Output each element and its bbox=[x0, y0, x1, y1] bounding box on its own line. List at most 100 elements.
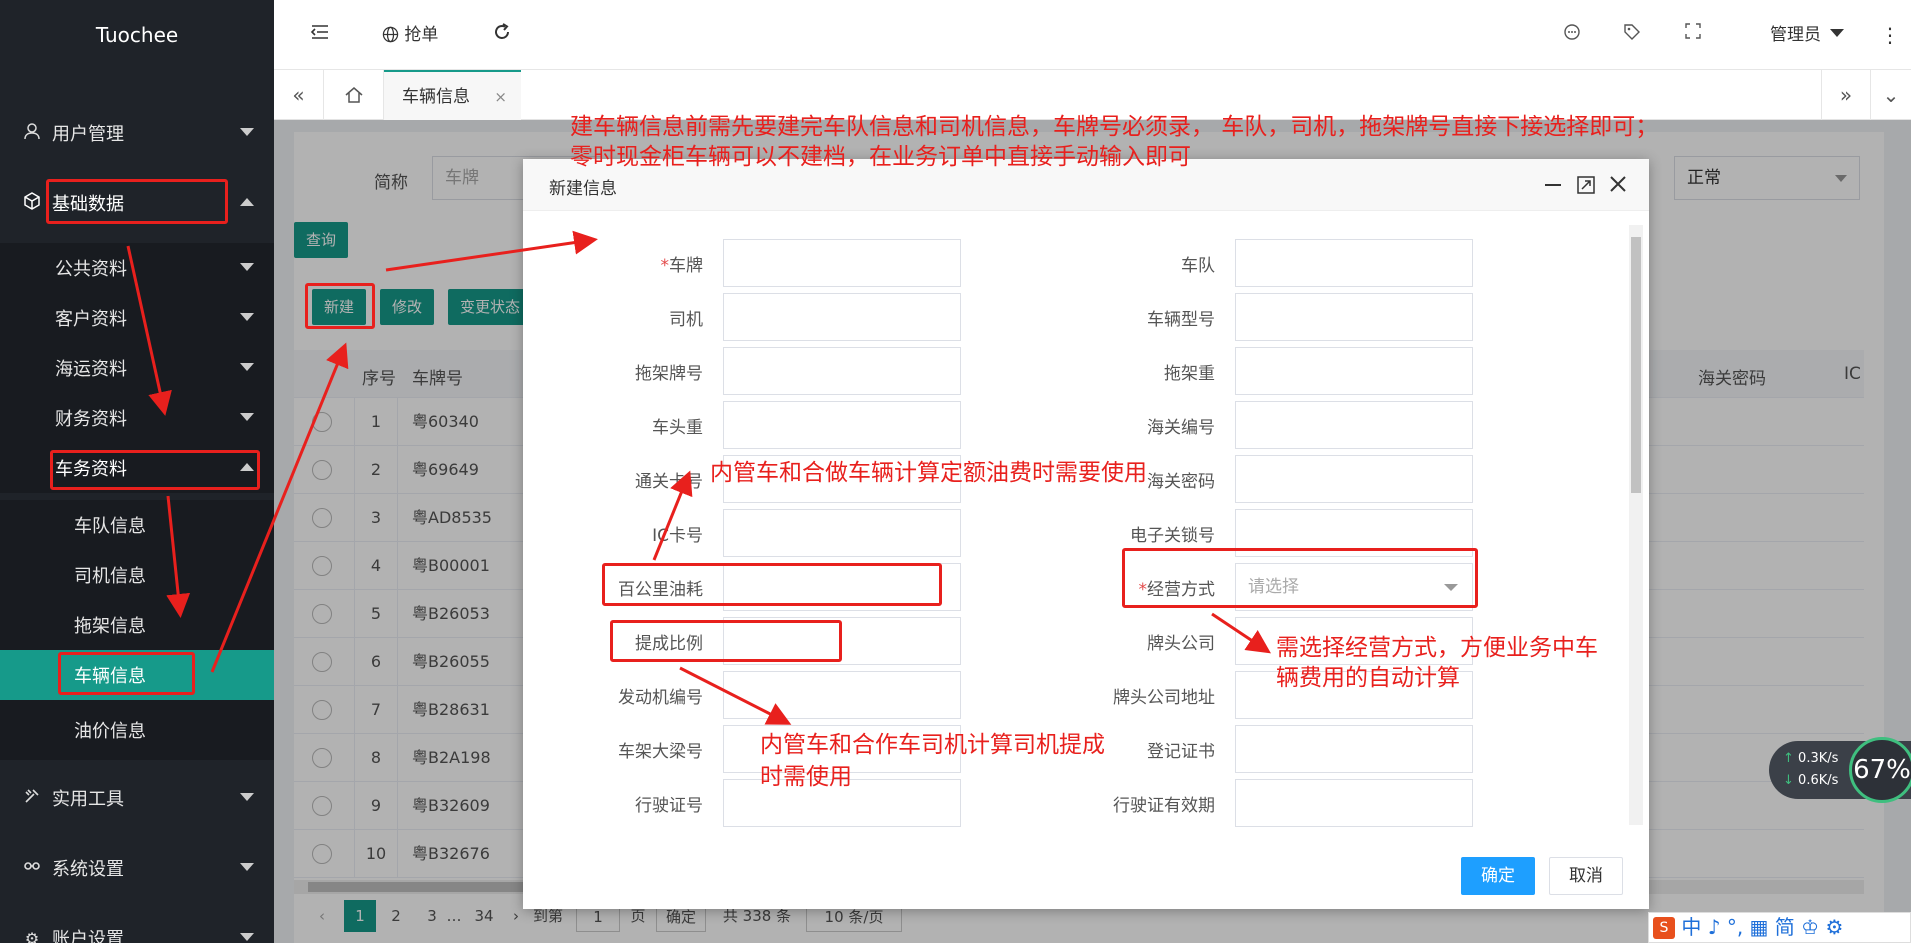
annotation-top-line2: 零时现金柜车辆可以不建档，在业务订单中直接手动输入即可 bbox=[570, 144, 1191, 170]
label-text: 车牌 bbox=[669, 256, 703, 276]
highlight-commission-field bbox=[610, 620, 842, 662]
message-icon[interactable] bbox=[1562, 22, 1582, 48]
sidebar-item-user-management[interactable]: 用户管理 bbox=[0, 108, 274, 158]
field-label-driver: 司机 bbox=[669, 310, 703, 330]
scrollbar-thumb[interactable] bbox=[1631, 237, 1641, 493]
close-icon[interactable] bbox=[1609, 175, 1627, 197]
field-label-customs-card: 通关卡号 bbox=[635, 472, 703, 492]
annotation-top-line1: 建车辆信息前需先要建完车队信息和司机信息，车牌号必须录， 车队，司机，拖架牌号直… bbox=[570, 114, 1659, 140]
globe-icon bbox=[382, 25, 404, 45]
download-speed: ↓ 0.6K/s bbox=[1783, 773, 1839, 788]
tab-label: 车辆信息 bbox=[402, 87, 470, 107]
top-header: 抢单 管理员 ⋮ bbox=[274, 0, 1911, 70]
sidebar-item-customer-data[interactable]: 客户资料 bbox=[0, 293, 274, 343]
sidebar-item-trailer-info[interactable]: 拖架信息 bbox=[0, 600, 274, 650]
field-label-license-no: 行驶证号 bbox=[635, 796, 703, 816]
confirm-button[interactable]: 确定 bbox=[1461, 857, 1535, 895]
sidebar-item-label: 用户管理 bbox=[52, 124, 124, 145]
sidebar-item-label: 海运资料 bbox=[55, 359, 127, 380]
tab-scroll-left-icon[interactable]: « bbox=[274, 70, 324, 120]
license-expiry-input[interactable] bbox=[1235, 779, 1473, 827]
vehicle-model-input[interactable] bbox=[1235, 293, 1473, 341]
sidebar-item-fleet-info[interactable]: 车队信息 bbox=[0, 500, 274, 550]
home-icon[interactable] bbox=[324, 70, 384, 120]
engine-no-input[interactable] bbox=[723, 671, 961, 719]
maximize-icon[interactable] bbox=[1577, 176, 1595, 198]
modal-scrollbar[interactable] bbox=[1629, 225, 1643, 825]
chevron-up-icon bbox=[240, 198, 254, 206]
field-label-trailer-plate: 拖架牌号 bbox=[635, 364, 703, 384]
sidebar-item-label: 车队信息 bbox=[74, 516, 146, 537]
tag-icon[interactable] bbox=[1622, 22, 1642, 48]
upload-speed: ↑ 0.3K/s bbox=[1783, 751, 1839, 766]
sidebar-item-label: 司机信息 bbox=[74, 566, 146, 587]
highlight-business-mode-field bbox=[1122, 548, 1478, 608]
annotation-business-note-line2: 辆费用的自动计算 bbox=[1276, 665, 1460, 691]
more-vertical-icon[interactable]: ⋮ bbox=[1880, 22, 1900, 48]
sidebar-item-label: 公共资料 bbox=[55, 259, 127, 280]
customs-no-input[interactable] bbox=[1235, 401, 1473, 449]
field-label-fleet: 车队 bbox=[1181, 256, 1215, 276]
refresh-icon[interactable] bbox=[492, 22, 512, 48]
chevron-down-icon bbox=[240, 313, 254, 321]
plate-input[interactable] bbox=[723, 239, 961, 287]
gear-icon: ⚙ bbox=[24, 928, 40, 943]
field-label-trailer-weight: 拖架重 bbox=[1164, 364, 1215, 384]
head-weight-input[interactable] bbox=[723, 401, 961, 449]
cube-icon bbox=[22, 192, 42, 214]
cancel-button[interactable]: 取消 bbox=[1549, 857, 1623, 895]
sidebar-item-label: 客户资料 bbox=[55, 309, 127, 330]
menu-fold-icon[interactable] bbox=[310, 22, 330, 48]
trailer-plate-input[interactable] bbox=[723, 347, 961, 395]
sidebar-item-system-settings[interactable]: 系统设置 bbox=[0, 843, 274, 893]
annotation-commission-note-line1: 内管车和合作车司机计算司机提成 bbox=[760, 732, 1105, 758]
tab-scroll-right-icon[interactable]: » bbox=[1821, 70, 1871, 120]
field-label-plate: *车牌 bbox=[523, 251, 704, 276]
link-icon bbox=[22, 857, 42, 879]
field-label-e-lock-no: 电子关锁号 bbox=[1130, 526, 1215, 546]
memory-percent: 67% bbox=[1849, 737, 1911, 803]
ime-toolbar[interactable]: S 中 ♪ °, ▦ 简 ♔ ⚙ bbox=[1648, 912, 1911, 943]
chevron-down-icon bbox=[240, 413, 254, 421]
tool-icon bbox=[22, 787, 42, 809]
trailer-weight-input[interactable] bbox=[1235, 347, 1473, 395]
modal-title: 新建信息 bbox=[549, 179, 617, 199]
fleet-input[interactable] bbox=[1235, 239, 1473, 287]
field-label-head-weight: 车头重 bbox=[652, 418, 703, 438]
annotation-fuel-note: 内管车和合做车辆计算定额油费时需要使用 bbox=[710, 460, 1147, 486]
customs-password-input[interactable] bbox=[1235, 455, 1473, 503]
brand-logo: Tuochee bbox=[0, 0, 274, 70]
driver-input[interactable] bbox=[723, 293, 961, 341]
annotation-commission-note-line2: 时需使用 bbox=[760, 764, 852, 790]
network-speed-widget[interactable]: ↑ 0.3K/s ↓ 0.6K/s 67% bbox=[1769, 737, 1911, 803]
tab-vehicle-info[interactable]: 车辆信息 × bbox=[384, 70, 521, 120]
ime-logo-icon: S bbox=[1653, 917, 1675, 939]
fullscreen-icon[interactable] bbox=[1684, 22, 1702, 48]
highlight-new-button bbox=[305, 283, 375, 329]
field-label-plate-company-address: 牌头公司地址 bbox=[1113, 688, 1215, 708]
field-label-frame-no: 车架大梁号 bbox=[618, 742, 703, 762]
chevron-down-icon[interactable]: ⌄ bbox=[1871, 70, 1911, 120]
grab-order-button[interactable]: 抢单 bbox=[382, 22, 438, 48]
user-name: 管理员 bbox=[1770, 25, 1821, 45]
sidebar-item-public-data[interactable]: 公共资料 bbox=[0, 243, 274, 293]
sidebar-item-finance-data[interactable]: 财务资料 bbox=[0, 393, 274, 443]
field-label-ic-card: IC卡号 bbox=[652, 526, 703, 546]
highlight-vehicle-info bbox=[58, 652, 195, 695]
user-menu[interactable]: 管理员 bbox=[1770, 22, 1845, 48]
caret-down-icon bbox=[1830, 29, 1845, 37]
ic-card-input[interactable] bbox=[723, 509, 961, 557]
sidebar-item-shipping-data[interactable]: 海运资料 bbox=[0, 343, 274, 393]
sidebar-item-tools[interactable]: 实用工具 bbox=[0, 773, 274, 823]
minimize-icon[interactable] bbox=[1545, 184, 1561, 186]
field-label-license-expiry: 行驶证有效期 bbox=[1113, 796, 1215, 816]
sidebar-item-label: 油价信息 bbox=[74, 721, 146, 742]
sidebar-item-driver-info[interactable]: 司机信息 bbox=[0, 550, 274, 600]
close-icon[interactable]: × bbox=[494, 72, 507, 122]
sidebar-item-account-settings[interactable]: ⚙ 账户设置 bbox=[0, 913, 274, 943]
highlight-fuel-field bbox=[602, 563, 942, 606]
sidebar-item-label: 拖架信息 bbox=[74, 616, 146, 637]
user-icon bbox=[22, 122, 42, 144]
registration-cert-input[interactable] bbox=[1235, 725, 1473, 773]
sidebar-item-fuel-price-info[interactable]: 油价信息 bbox=[0, 700, 274, 760]
